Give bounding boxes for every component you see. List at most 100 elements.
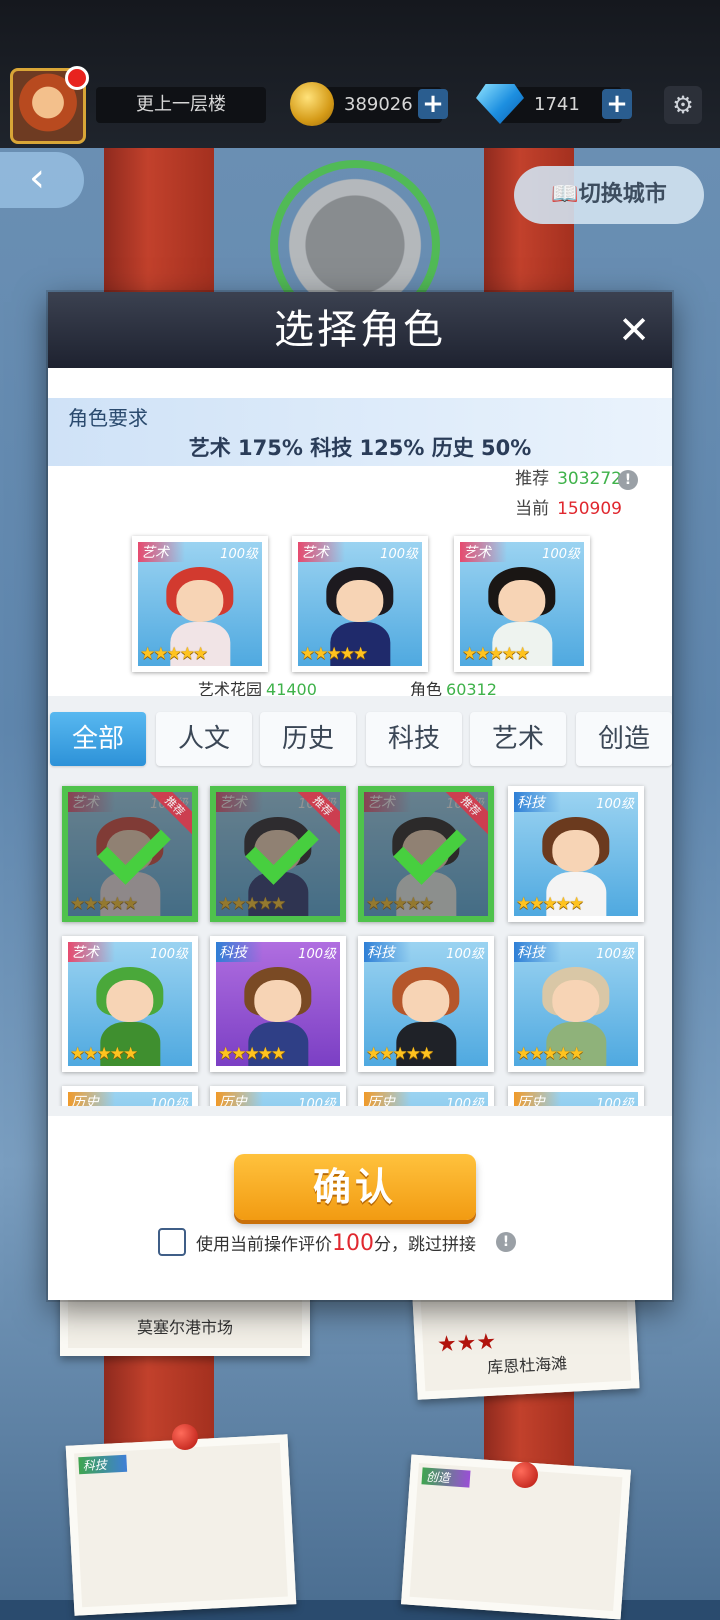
info-icon[interactable]: ! [618, 470, 638, 490]
level-label: 100级 [298, 1097, 336, 1106]
role-card[interactable]: 历史 100级 [62, 1086, 198, 1106]
info-icon[interactable]: ! [496, 1232, 516, 1252]
skip-prefix: 使用当前操作评价 [196, 1235, 332, 1255]
category-tag: 科技 [514, 792, 561, 812]
category-tag: 科技 [364, 942, 411, 962]
tab-art[interactable]: 艺术 [470, 712, 566, 766]
city-card-3[interactable]: 科技 [65, 1434, 297, 1616]
skip-score: 100 [332, 1231, 374, 1256]
portrait: 艺术 100级 推荐 ★★★★★ [68, 792, 192, 916]
role-slot-3[interactable]: 艺术 100级 ★★★★★ [454, 536, 590, 672]
dialog-header: 选择角色 ✕ [48, 292, 672, 368]
switch-city-button[interactable]: 📖切换城市 [514, 166, 704, 224]
star-rating: ★★★★★ [300, 644, 368, 664]
portrait: 艺术 100级 推荐 ★★★★★ [216, 792, 340, 916]
checkmark-icon [393, 811, 467, 885]
category-tag: 历史 [364, 1092, 411, 1106]
face [176, 579, 224, 623]
role-card[interactable]: 科技 100级 ★★★★★ [210, 936, 346, 1072]
level-label: 100级 [596, 947, 634, 962]
star-rating: ★★★★★ [70, 894, 138, 914]
role-grid: 艺术 100级 推荐 ★★★★★ 艺术 100级 推荐 ★★★★★ 艺术 100… [48, 776, 672, 1106]
gear-icon: ⚙ [672, 91, 694, 119]
role-slot-2[interactable]: 艺术 100级 ★★★★★ [292, 536, 428, 672]
role-card[interactable]: 历史 100级 [508, 1086, 644, 1106]
level-label: 100级 [150, 947, 188, 962]
level-label: 100级 [446, 1097, 484, 1106]
level-label: 100级 [596, 1097, 634, 1106]
skip-label: 使用当前操作评价100分，跳过拼接 [196, 1230, 476, 1256]
star-rating: ★★★★★ [140, 644, 208, 664]
back-button[interactable]: ‹ [0, 152, 84, 208]
category-tag: 历史 [68, 1092, 115, 1106]
role-slot-1[interactable]: 艺术 100级 ★★★★★ [132, 536, 268, 672]
category-tag: 艺术 [138, 542, 185, 562]
face [552, 829, 600, 873]
add-gems-button[interactable]: + [602, 89, 632, 119]
city-card-tag: 创造 [421, 1467, 471, 1488]
coin-icon [290, 82, 334, 126]
confirm-button[interactable]: 确认 [234, 1154, 476, 1220]
requirement-values: 艺术 175% 科技 125% 历史 50% [188, 436, 532, 460]
checkmark-icon [97, 811, 171, 885]
star-rating: ★★★★★ [218, 894, 286, 914]
face [402, 979, 450, 1023]
tab-all[interactable]: 全部 [50, 712, 146, 766]
category-tag: 科技 [216, 942, 263, 962]
add-coins-button[interactable]: + [418, 89, 448, 119]
role-card[interactable]: 历史 100级 [210, 1086, 346, 1106]
category-tag: 艺术 [68, 942, 115, 962]
role-card[interactable]: 艺术 100级 推荐 ★★★★★ [62, 786, 198, 922]
portrait: 艺术 100级 ★★★★★ [298, 542, 422, 666]
category-tag: 历史 [514, 1092, 561, 1106]
city-card-name: 莫塞尔港市场 [136, 1318, 233, 1337]
face [254, 979, 302, 1023]
role-card[interactable]: 艺术 100级 ★★★★★ [62, 936, 198, 1072]
star-rating: ★★★★★ [516, 894, 584, 914]
tab-technology[interactable]: 科技 [366, 712, 462, 766]
city-card-tag: 科技 [78, 1454, 128, 1475]
portrait: 科技 100级 ★★★★★ [216, 942, 340, 1066]
skip-option: 使用当前操作评价100分，跳过拼接 ! [48, 1226, 672, 1260]
role-requirement-panel: 角色要求 艺术 175% 科技 125% 历史 50% [48, 398, 672, 466]
skip-checkbox[interactable] [158, 1228, 186, 1256]
category-tag: 艺术 [460, 542, 507, 562]
recommend-score: 推荐 303272 [515, 464, 622, 489]
star-rating: ★★★★★ [462, 644, 530, 664]
face [552, 979, 600, 1023]
level-label: 100级 [542, 547, 580, 562]
face [498, 579, 546, 623]
tab-humanities[interactable]: 人文 [156, 712, 252, 766]
category-tag: 艺术 [216, 792, 263, 812]
current-value: 150909 [557, 499, 622, 519]
role-card[interactable]: 科技 100级 ★★★★★ [508, 786, 644, 922]
role-card[interactable]: 艺术 100级 推荐 ★★★★★ [210, 786, 346, 922]
portrait: 艺术 100级 ★★★★★ [138, 542, 262, 666]
portrait: 艺术 100级 推荐 ★★★★★ [364, 792, 488, 916]
player-title: 更上一层楼 [96, 87, 266, 123]
category-tag: 艺术 [68, 792, 115, 812]
star-rating: ★★★★★ [516, 1044, 584, 1064]
role-card[interactable]: 科技 100级 ★★★★★ [358, 936, 494, 1072]
tab-creation[interactable]: 创造 [576, 712, 672, 766]
level-label: 100级 [298, 947, 336, 962]
settings-button[interactable]: ⚙ [664, 86, 702, 124]
role-card[interactable]: 历史 100级 [358, 1086, 494, 1106]
level-label: 100级 [220, 547, 258, 562]
coin-amount: 389026 [344, 94, 413, 115]
category-tag: 历史 [216, 1092, 263, 1106]
close-button[interactable]: ✕ [610, 306, 658, 354]
recommend-label: 推荐 [515, 469, 550, 489]
dialog-title: 选择角色 [274, 307, 446, 353]
role-card[interactable]: 艺术 100级 推荐 ★★★★★ [358, 786, 494, 922]
star-rating: ★★★★★ [218, 1044, 286, 1064]
category-tag: 艺术 [298, 542, 345, 562]
pin-icon [172, 1424, 198, 1450]
role-card[interactable]: 科技 100级 ★★★★★ [508, 936, 644, 1072]
star-rating: ★★★★★ [366, 894, 434, 914]
portrait: 历史 100级 [514, 1092, 638, 1106]
chevron-left-icon: ‹ [29, 155, 45, 201]
face [336, 579, 384, 623]
category-tag: 科技 [514, 942, 561, 962]
tab-history[interactable]: 历史 [260, 712, 356, 766]
